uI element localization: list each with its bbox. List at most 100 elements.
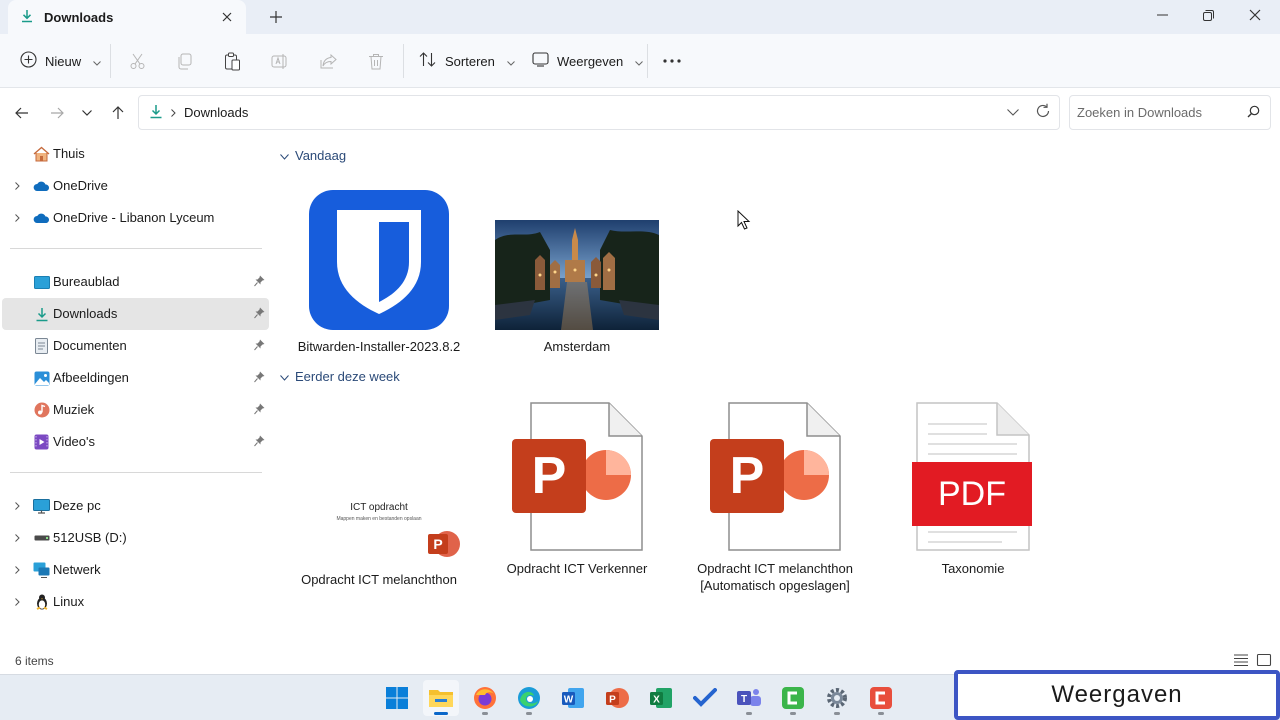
sidebar-item-label: 512USB (D:) xyxy=(53,530,127,545)
breadcrumb-downloads[interactable]: Downloads xyxy=(184,105,248,120)
pin-icon[interactable] xyxy=(254,339,265,354)
file-item-bitwarden[interactable]: Bitwarden-Installer-2023.8.2 xyxy=(281,184,477,355)
sidebar-item-linux[interactable]: Linux xyxy=(2,586,269,618)
sidebar-item-onedrive[interactable]: OneDrive xyxy=(2,170,269,202)
group-header-label: Vandaag xyxy=(295,148,347,163)
download-icon xyxy=(33,306,50,322)
copy-icon[interactable] xyxy=(171,48,197,74)
share-icon[interactable] xyxy=(315,48,341,74)
running-indicator xyxy=(790,712,796,715)
sidebar-item-label: Bureaublad xyxy=(53,274,120,289)
file-name: Opdracht ICT Verkenner xyxy=(506,561,648,576)
details-view-icon[interactable] xyxy=(1233,653,1249,669)
navigation-row: Downloads Zoeken in Downloads xyxy=(0,88,1280,138)
file-item-opdracht-ict-melanchthon[interactable]: ICT opdracht Mappen maken en bestanden o… xyxy=(281,402,477,588)
search-icon[interactable] xyxy=(1247,105,1260,121)
file-explorer-icon[interactable] xyxy=(423,680,459,716)
firefox-icon[interactable] xyxy=(467,680,503,716)
pin-icon[interactable] xyxy=(254,307,265,322)
file-item-amsterdam[interactable]: Amsterdam xyxy=(479,184,675,355)
running-indicator xyxy=(526,712,532,715)
desktop-icon xyxy=(33,274,50,290)
file-item-opdracht-ict-verkenner[interactable]: P Opdracht ICT Verkenner xyxy=(479,402,675,577)
svg-text:P: P xyxy=(433,536,442,552)
chevron-right-icon[interactable] xyxy=(12,532,22,544)
minimize-icon[interactable] xyxy=(1139,0,1185,30)
recent-locations-icon[interactable] xyxy=(76,102,98,124)
camtasia-recorder-icon[interactable] xyxy=(863,680,899,716)
close-window-icon[interactable] xyxy=(1232,0,1278,30)
camtasia-icon[interactable] xyxy=(775,680,811,716)
delete-icon[interactable] xyxy=(363,48,389,74)
sidebar-item-documents[interactable]: Documenten xyxy=(2,330,269,362)
usb-drive-icon xyxy=(33,530,50,546)
document-icon xyxy=(33,338,50,354)
large-icons-view-icon[interactable] xyxy=(1256,653,1272,669)
tab-downloads[interactable]: Downloads xyxy=(8,0,246,34)
bitwarden-app-icon xyxy=(281,184,477,330)
edge-icon[interactable] xyxy=(511,680,547,716)
chevron-down-icon xyxy=(93,54,101,69)
chevron-down-icon xyxy=(635,54,644,69)
view-button[interactable]: Weergeven xyxy=(532,46,644,76)
address-history-chevron-icon[interactable] xyxy=(1007,104,1019,119)
sidebar-item-label: Downloads xyxy=(53,306,118,321)
refresh-icon[interactable] xyxy=(1035,103,1051,122)
running-indicator xyxy=(834,712,840,715)
chevron-right-icon[interactable] xyxy=(12,564,22,576)
sidebar-item-this-pc[interactable]: Deze pc xyxy=(2,490,269,522)
cut-icon[interactable] xyxy=(124,48,150,74)
paste-icon[interactable] xyxy=(219,48,245,74)
teams-icon[interactable]: T xyxy=(731,680,767,716)
restore-icon[interactable] xyxy=(1185,0,1231,30)
sort-button[interactable]: Sorteren xyxy=(419,46,515,76)
search-input[interactable]: Zoeken in Downloads xyxy=(1069,95,1271,130)
rename-icon[interactable] xyxy=(267,48,293,74)
video-icon xyxy=(33,434,50,450)
chevron-right-icon[interactable] xyxy=(12,180,22,192)
chevron-right-icon[interactable] xyxy=(12,500,22,512)
sidebar-divider xyxy=(10,472,262,473)
pin-icon[interactable] xyxy=(254,403,265,418)
up-icon[interactable] xyxy=(107,102,129,124)
close-tab-icon[interactable] xyxy=(218,8,236,26)
todo-icon[interactable] xyxy=(687,680,723,716)
file-name: Opdracht ICT melanchthon [Automatisch op… xyxy=(697,561,853,593)
sidebar-item-desktop[interactable]: Bureaublad xyxy=(2,266,269,298)
file-item-opdracht-ict-melanchthon-autosaved[interactable]: P Opdracht ICT melanchthon [Automatisch … xyxy=(677,402,873,594)
sidebar-item-downloads[interactable]: Downloads xyxy=(2,298,269,330)
file-list: Vandaag Bitwarden-Installer-2023.8.2 Ams… xyxy=(271,138,1280,648)
chevron-right-icon[interactable] xyxy=(12,212,22,224)
powerpoint-icon[interactable]: P xyxy=(599,680,635,716)
sidebar-item-pictures[interactable]: Afbeeldingen xyxy=(2,362,269,394)
pin-icon[interactable] xyxy=(254,435,265,450)
group-header-earlier-this-week[interactable]: Eerder deze week xyxy=(280,369,400,384)
settings-icon[interactable] xyxy=(819,680,855,716)
sidebar-item-home[interactable]: Thuis xyxy=(2,138,269,170)
new-tab-icon[interactable] xyxy=(266,7,286,27)
sidebar-item-network[interactable]: Netwerk xyxy=(2,554,269,586)
sidebar-divider xyxy=(10,248,262,249)
sidebar-item-videos[interactable]: Video's xyxy=(2,426,269,458)
group-header-today[interactable]: Vandaag xyxy=(280,148,346,163)
sidebar-item-onedrive-libanon[interactable]: OneDrive - Libanon Lyceum xyxy=(2,202,269,234)
navigation-pane: Thuis OneDrive OneDrive - Libanon Lyceum… xyxy=(0,138,271,648)
tab-title: Downloads xyxy=(44,9,114,25)
file-item-taxonomie[interactable]: PDF Taxonomie xyxy=(875,402,1071,577)
new-button[interactable]: Nieuw xyxy=(20,46,101,76)
start-icon[interactable] xyxy=(379,680,415,716)
back-icon[interactable] xyxy=(11,102,33,124)
chevron-right-icon[interactable] xyxy=(12,596,22,608)
excel-icon[interactable]: X xyxy=(643,680,679,716)
pin-icon[interactable] xyxy=(254,275,265,290)
cloud-icon xyxy=(33,210,50,226)
download-icon xyxy=(20,9,34,26)
forward-icon[interactable] xyxy=(46,102,68,124)
sidebar-item-usb-drive[interactable]: 512USB (D:) xyxy=(2,522,269,554)
word-icon[interactable]: W xyxy=(555,680,591,716)
sidebar-item-music[interactable]: Muziek xyxy=(2,394,269,426)
address-bar[interactable]: Downloads xyxy=(138,95,1060,130)
more-icon[interactable] xyxy=(659,48,685,74)
caption-text: Weergaven xyxy=(1051,681,1183,708)
pin-icon[interactable] xyxy=(254,371,265,386)
